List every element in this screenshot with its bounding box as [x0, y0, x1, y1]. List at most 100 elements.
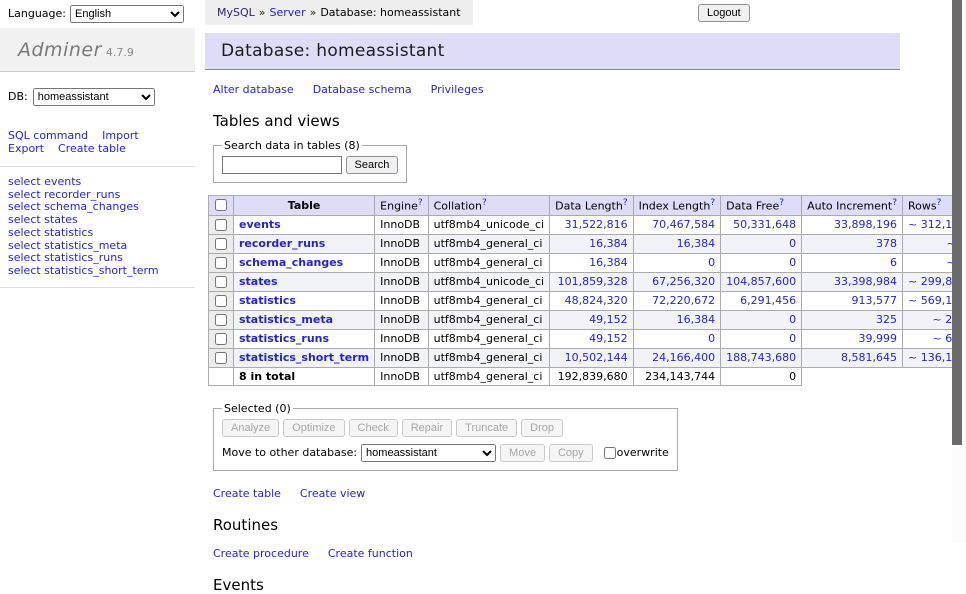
- optimize-button[interactable]: Optimize: [283, 419, 344, 437]
- overwrite-checkbox[interactable]: [604, 447, 616, 459]
- auto-increment-link[interactable]: 33,398,984: [834, 275, 897, 288]
- data-free-link[interactable]: 188,743,680: [726, 351, 796, 364]
- sidebar-link-export[interactable]: Export: [8, 142, 44, 155]
- index-length-link[interactable]: 16,384: [677, 313, 716, 326]
- auto-increment-link[interactable]: 325: [876, 313, 897, 326]
- collation-cell: utf8mb4_general_ci: [428, 348, 549, 367]
- repair-button[interactable]: Repair: [402, 419, 452, 437]
- sidebar-select-link[interactable]: select statistics_runs: [8, 251, 123, 264]
- data-length-link[interactable]: 31,522,816: [565, 218, 628, 231]
- column-help-link[interactable]: ?: [482, 198, 487, 208]
- sidebar-select-link[interactable]: select statistics: [8, 226, 93, 239]
- row-checkbox[interactable]: [215, 314, 227, 326]
- truncate-button[interactable]: Truncate: [456, 419, 517, 437]
- create-procedure-link[interactable]: Create procedure: [213, 547, 309, 560]
- sidebar-link-create-table[interactable]: Create table: [58, 142, 126, 155]
- auto-increment-link[interactable]: 8,581,645: [841, 351, 897, 364]
- row-checkbox[interactable]: [215, 333, 227, 345]
- index-length-link[interactable]: 16,384: [677, 237, 716, 250]
- row-checkbox[interactable]: [215, 219, 227, 231]
- table-name-link[interactable]: recorder_runs: [239, 237, 325, 250]
- row-checkbox[interactable]: [215, 295, 227, 307]
- column-help-link[interactable]: ?: [710, 198, 715, 208]
- data-length-link[interactable]: 10,502,144: [565, 351, 628, 364]
- data-free-link[interactable]: 6,291,456: [740, 294, 796, 307]
- table-name-link[interactable]: events: [239, 218, 281, 231]
- column-help-link[interactable]: ?: [937, 198, 942, 208]
- breadcrumb-server-link[interactable]: Server: [270, 6, 306, 19]
- check-button[interactable]: Check: [349, 419, 398, 437]
- table-name-link[interactable]: statistics_short_term: [239, 351, 369, 364]
- auto-increment-link[interactable]: 6: [890, 256, 897, 269]
- table-name-link[interactable]: statistics: [239, 294, 296, 307]
- events-title: Events: [213, 576, 925, 594]
- row-checkbox[interactable]: [215, 276, 227, 288]
- sidebar-select-link[interactable]: select statistics_short_term: [8, 264, 159, 277]
- table-name-link[interactable]: statistics_meta: [239, 313, 333, 326]
- data-free-link[interactable]: 0: [789, 332, 796, 345]
- data-length-link[interactable]: 49,152: [589, 313, 628, 326]
- data-length-link[interactable]: 16,384: [589, 256, 628, 269]
- index-length-link[interactable]: 72,220,672: [652, 294, 715, 307]
- table-name-link[interactable]: states: [239, 275, 278, 288]
- logout-button[interactable]: Logout: [698, 4, 750, 22]
- move-button[interactable]: Move: [500, 444, 545, 462]
- auto-increment-link[interactable]: 39,999: [859, 332, 898, 345]
- data-free-link[interactable]: 0: [789, 256, 796, 269]
- create-view-link[interactable]: Create view: [300, 487, 365, 500]
- db-select[interactable]: homeassistant: [33, 88, 155, 106]
- sidebar-link-import[interactable]: Import: [102, 129, 139, 142]
- row-checkbox[interactable]: [215, 257, 227, 269]
- column-help-link[interactable]: ?: [418, 198, 423, 208]
- sidebar-select-link[interactable]: select states: [8, 213, 78, 226]
- search-button[interactable]: Search: [346, 156, 399, 174]
- privileges-link[interactable]: Privileges: [431, 83, 484, 96]
- create-function-link[interactable]: Create function: [328, 547, 413, 560]
- data-free-link[interactable]: 0: [789, 313, 796, 326]
- selected-buttons-row: AnalyzeOptimize CheckRepairTruncateDrop: [222, 419, 669, 437]
- scrollbar-thumb[interactable]: [952, 0, 962, 445]
- data-length-link[interactable]: 49,152: [589, 332, 628, 345]
- breadcrumb-mysql-link[interactable]: MySQL: [217, 6, 255, 19]
- data-free-link[interactable]: 104,857,600: [726, 275, 796, 288]
- database-schema-link[interactable]: Database schema: [313, 83, 412, 96]
- index-length-link[interactable]: 24,166,400: [652, 351, 715, 364]
- column-help-link[interactable]: ?: [779, 198, 784, 208]
- column-header-data-length: Data Length?: [550, 196, 633, 216]
- alter-database-link[interactable]: Alter database: [213, 83, 294, 96]
- table-name-link[interactable]: statistics_runs: [239, 332, 329, 345]
- db-label: DB:: [8, 90, 28, 103]
- index-length-link[interactable]: 67,256,320: [652, 275, 715, 288]
- index-length-link[interactable]: 0: [708, 256, 715, 269]
- table-name-link[interactable]: schema_changes: [239, 256, 343, 269]
- move-database-select[interactable]: homeassistant: [361, 444, 496, 462]
- index-length-link[interactable]: 70,467,584: [652, 218, 715, 231]
- drop-button[interactable]: Drop: [521, 419, 563, 437]
- data-length-link[interactable]: 16,384: [589, 237, 628, 250]
- collation-cell: utf8mb4_general_ci: [428, 291, 549, 310]
- copy-button[interactable]: Copy: [549, 444, 593, 462]
- sidebar-link-sql-command[interactable]: SQL command: [8, 129, 88, 142]
- search-input[interactable]: [222, 156, 342, 174]
- scrollbar-track[interactable]: [952, 0, 966, 543]
- data-free-link[interactable]: 50,331,648: [733, 218, 796, 231]
- sidebar-select-link[interactable]: select statistics_meta: [8, 239, 127, 252]
- auto-increment-link[interactable]: 33,898,196: [834, 218, 897, 231]
- sidebar-select-link[interactable]: select events: [8, 175, 81, 188]
- data-length-link[interactable]: 101,859,328: [558, 275, 628, 288]
- sidebar-select-link[interactable]: select schema_changes: [8, 200, 139, 213]
- data-length-link[interactable]: 48,824,320: [565, 294, 628, 307]
- index-length-link[interactable]: 0: [708, 332, 715, 345]
- sidebar-select-link[interactable]: select recorder_runs: [8, 188, 120, 201]
- row-checkbox[interactable]: [215, 352, 227, 364]
- language-select[interactable]: English: [70, 5, 184, 23]
- auto-increment-link[interactable]: 913,577: [852, 294, 898, 307]
- create-table-link[interactable]: Create table: [213, 487, 281, 500]
- select-all-checkbox[interactable]: [215, 199, 227, 211]
- analyze-button[interactable]: Analyze: [222, 419, 279, 437]
- data-free-link[interactable]: 0: [789, 237, 796, 250]
- row-checkbox[interactable]: [215, 238, 227, 250]
- column-help-link[interactable]: ?: [623, 198, 628, 208]
- auto-increment-link[interactable]: 378: [876, 237, 897, 250]
- column-help-link[interactable]: ?: [892, 198, 897, 208]
